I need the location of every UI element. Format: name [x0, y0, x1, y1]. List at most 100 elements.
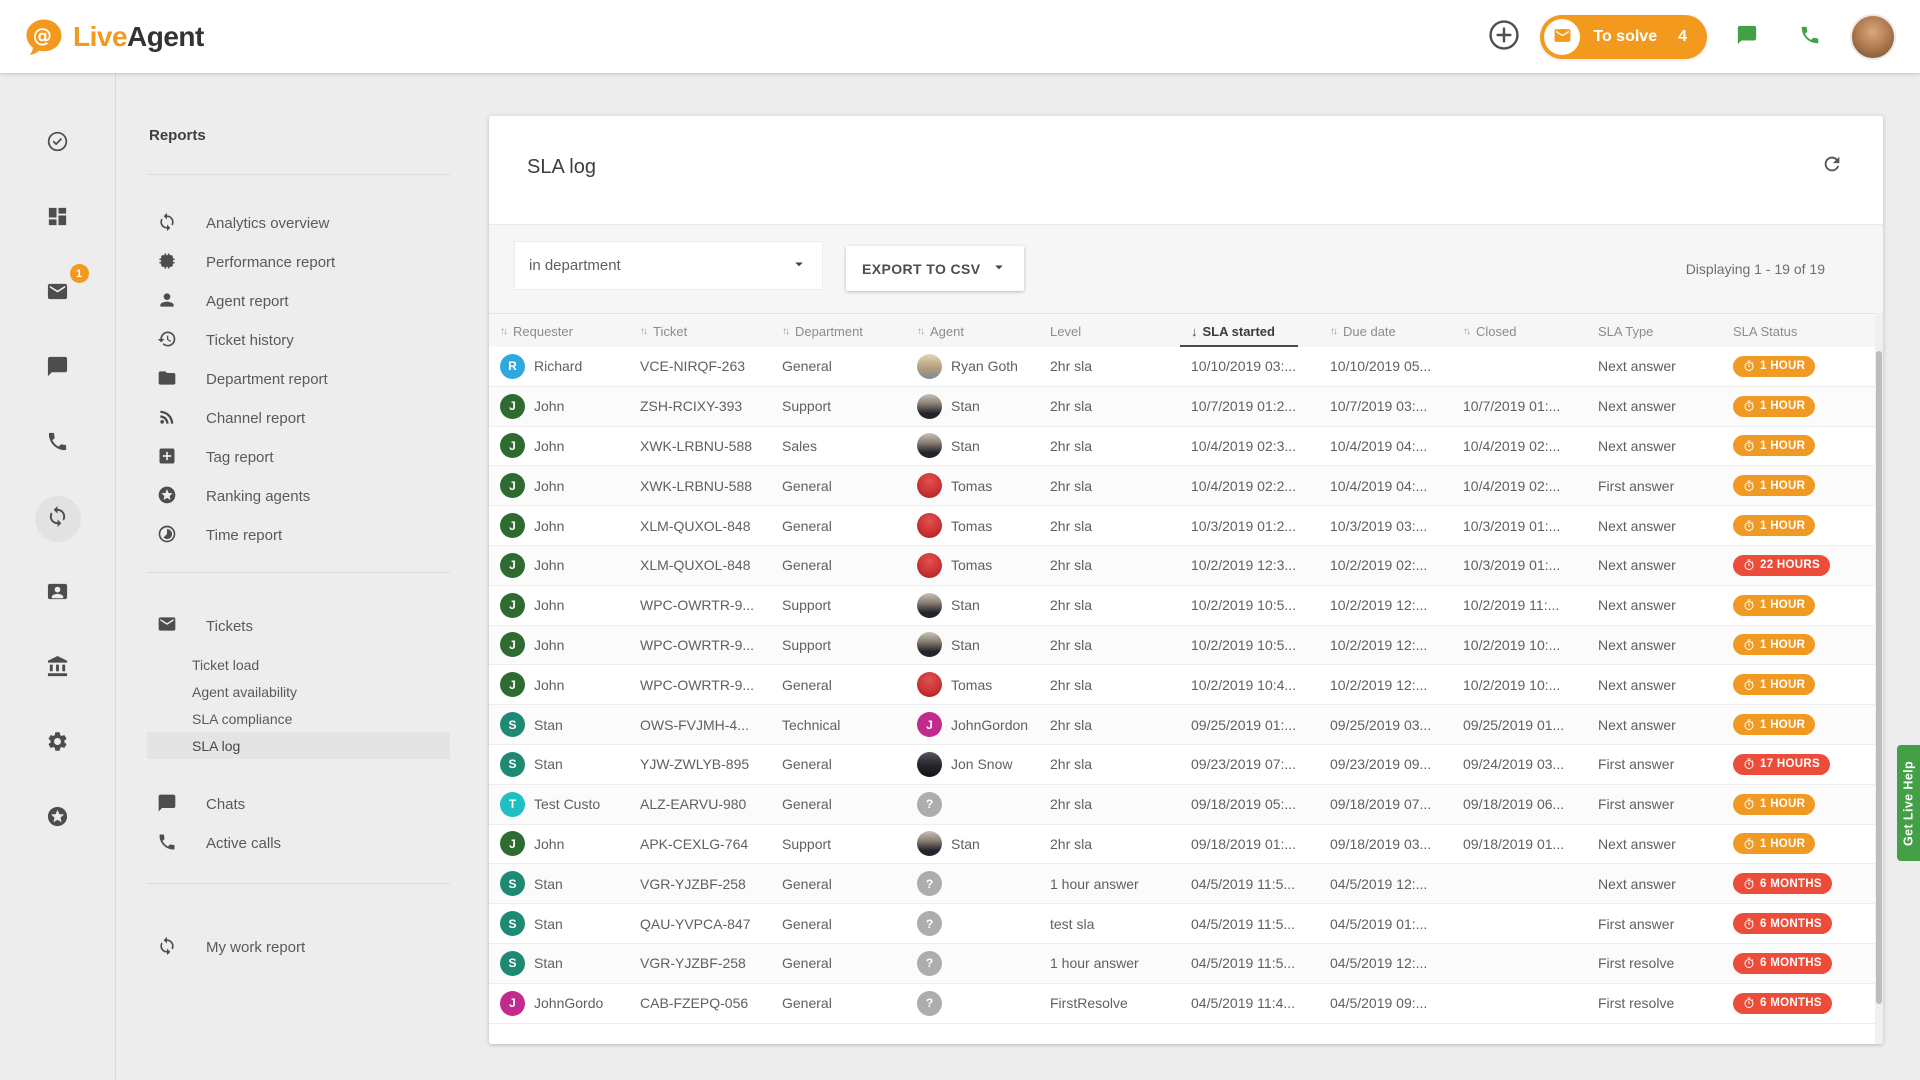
rail-item-customers[interactable]	[35, 571, 81, 617]
closed-cell: 10/4/2019 02:...	[1452, 478, 1587, 494]
sla-status-badge: 1 HOUR	[1733, 475, 1815, 496]
get-live-help-tab[interactable]: Get Live Help	[1897, 745, 1920, 861]
gear-icon	[46, 730, 69, 758]
rail-item-starred[interactable]	[35, 796, 81, 842]
requester-name: John	[534, 637, 564, 653]
liveagent-logo[interactable]: @ LiveAgent	[24, 17, 204, 57]
due-date-cell: 09/18/2019 03...	[1319, 836, 1452, 852]
table-row[interactable]: JJohnZSH-RCIXY-393SupportStan2hr sla10/7…	[489, 387, 1883, 427]
agent-avatar	[917, 752, 942, 777]
department-cell: General	[771, 876, 906, 892]
sla-started-cell: 09/25/2019 01:...	[1180, 717, 1319, 733]
refresh-button[interactable]	[1819, 152, 1845, 178]
timer-icon	[1743, 559, 1755, 571]
level-cell: 2hr sla	[1039, 358, 1180, 374]
menu-subitem-agent-availability[interactable]: Agent availability	[147, 678, 450, 705]
star-circle-icon	[157, 485, 177, 509]
column-header-department[interactable]: ↑↓Department	[771, 314, 906, 348]
sync-icon	[157, 936, 177, 960]
level-cell: FirstResolve	[1039, 995, 1180, 1011]
pagination-status: Displaying 1 - 19 of 19	[1686, 261, 1825, 277]
column-header-sla-status: SLA Status	[1722, 314, 1883, 348]
ticket-cell: VGR-YJZBF-258	[629, 876, 771, 892]
calls-button[interactable]	[1787, 14, 1833, 60]
scrollbar-thumb[interactable]	[1876, 351, 1882, 1004]
menu-item-ranking-agents[interactable]: Ranking agents	[147, 477, 450, 516]
user-avatar[interactable]	[1850, 14, 1896, 60]
menu-subitem-ticket-load[interactable]: Ticket load	[147, 651, 450, 678]
table-row[interactable]: JJohnWPC-OWRTR-9...GeneralTomas2hr sla10…	[489, 665, 1883, 705]
agent-cell: Tomas	[906, 672, 1039, 697]
table-row[interactable]: RRichardVCE-NIRQF-263GeneralRyan Goth2hr…	[489, 347, 1883, 387]
requester-name: John	[534, 438, 564, 454]
column-header-closed[interactable]: ↑↓Closed	[1452, 314, 1587, 348]
requester-name: John	[534, 398, 564, 414]
timer-icon	[1743, 440, 1755, 452]
table-row[interactable]: SStanVGR-YJZBF-258General?1 hour answer0…	[489, 864, 1883, 904]
requester-cell: JJohn	[489, 672, 629, 697]
table-row[interactable]: SStanYJW-ZWLYB-895GeneralJon Snow2hr sla…	[489, 745, 1883, 785]
menu-item-ticket-history[interactable]: Ticket history	[147, 321, 450, 360]
menu-subitem-sla-compliance[interactable]: SLA compliance	[147, 705, 450, 732]
rail-item-chats[interactable]	[35, 346, 81, 392]
sla-status-cell: 6 MONTHS	[1722, 993, 1883, 1014]
rail-item-reports[interactable]	[35, 496, 81, 542]
table-row[interactable]: TTest CustoALZ-EARVU-980General?2hr sla0…	[489, 785, 1883, 825]
due-date-cell: 10/2/2019 02:...	[1319, 557, 1452, 573]
table-row[interactable]: JJohnXWK-LRBNU-588GeneralTomas2hr sla10/…	[489, 466, 1883, 506]
rail-item-tasks[interactable]	[35, 121, 81, 167]
mail-icon	[157, 614, 177, 638]
timer-icon	[1743, 957, 1755, 969]
menu-item-tickets[interactable]: Tickets	[147, 611, 450, 641]
rail-item-companies[interactable]	[35, 646, 81, 692]
menu-item-active-calls[interactable]: Active calls	[147, 824, 450, 863]
export-to-csv-button[interactable]: EXPORT TO CSV	[846, 246, 1024, 291]
menu-item-agent-report[interactable]: Agent report	[147, 282, 450, 321]
department-filter-select[interactable]: in department	[514, 241, 823, 290]
menu-item-chats[interactable]: Chats	[147, 785, 450, 824]
agent-avatar	[917, 632, 942, 657]
requester-avatar: J	[500, 433, 525, 458]
due-date-cell: 09/25/2019 03...	[1319, 717, 1452, 733]
due-date-cell: 10/2/2019 12:...	[1319, 677, 1452, 693]
table-row[interactable]: SStanVGR-YJZBF-258General?1 hour answer0…	[489, 944, 1883, 984]
table-row[interactable]: SStanOWS-FVJMH-4...TechnicalJJohnGordon2…	[489, 705, 1883, 745]
level-cell: 2hr sla	[1039, 637, 1180, 653]
column-header-agent[interactable]: ↑↓Agent	[906, 314, 1039, 348]
timer-icon	[1743, 480, 1755, 492]
rail-item-settings[interactable]	[35, 721, 81, 767]
rail-item-dashboard[interactable]	[35, 196, 81, 242]
sort-icon: ↑↓	[917, 326, 925, 337]
table-row[interactable]: JJohnWPC-OWRTR-9...SupportStan2hr sla10/…	[489, 586, 1883, 626]
level-cell: 2hr sla	[1039, 717, 1180, 733]
add-new-button[interactable]	[1485, 18, 1523, 56]
to-solve-label: To solve	[1593, 28, 1657, 46]
chats-button[interactable]	[1724, 14, 1770, 60]
column-header-due-date[interactable]: ↑↓Due date	[1319, 314, 1452, 348]
menu-item-tag-report[interactable]: Tag report	[147, 438, 450, 477]
menu-item-analytics-overview[interactable]: Analytics overview	[147, 204, 450, 243]
menu-subitem-sla-log[interactable]: SLA log	[147, 732, 450, 759]
table-row[interactable]: JJohnXLM-QUXOL-848GeneralTomas2hr sla10/…	[489, 546, 1883, 586]
column-header-ticket[interactable]: ↑↓Ticket	[629, 314, 771, 348]
rail-item-calls[interactable]	[35, 421, 81, 467]
requester-avatar: J	[500, 473, 525, 498]
table-row[interactable]: JJohnWPC-OWRTR-9...SupportStan2hr sla10/…	[489, 626, 1883, 666]
menu-item-performance-report[interactable]: Performance report	[147, 243, 450, 282]
agent-cell: ?	[906, 871, 1039, 896]
menu-item-my-work-report[interactable]: My work report	[147, 928, 450, 967]
rail-item-tickets[interactable]: 1	[35, 271, 81, 317]
menu-item-time-report[interactable]: Time report	[147, 516, 450, 555]
table-row[interactable]: JJohnGordoCAB-FZEPQ-056General?FirstReso…	[489, 984, 1883, 1024]
table-row[interactable]: JJohnAPK-CEXLG-764SupportStan2hr sla09/1…	[489, 825, 1883, 865]
agent-cell: Ryan Goth	[906, 354, 1039, 379]
table-row[interactable]: JJohnXLM-QUXOL-848GeneralTomas2hr sla10/…	[489, 506, 1883, 546]
menu-item-department-report[interactable]: Department report	[147, 360, 450, 399]
column-header-requester[interactable]: ↑↓Requester	[489, 314, 629, 348]
topbar: @ LiveAgent To solve 4	[0, 0, 1920, 73]
column-header-sla-started[interactable]: ↓SLA started	[1180, 314, 1319, 348]
table-row[interactable]: JJohnXWK-LRBNU-588SalesStan2hr sla10/4/2…	[489, 427, 1883, 467]
menu-item-channel-report[interactable]: Channel report	[147, 399, 450, 438]
table-row[interactable]: SStanQAU-YVPCA-847General?test sla04/5/2…	[489, 904, 1883, 944]
to-solve-button[interactable]: To solve 4	[1540, 15, 1707, 59]
